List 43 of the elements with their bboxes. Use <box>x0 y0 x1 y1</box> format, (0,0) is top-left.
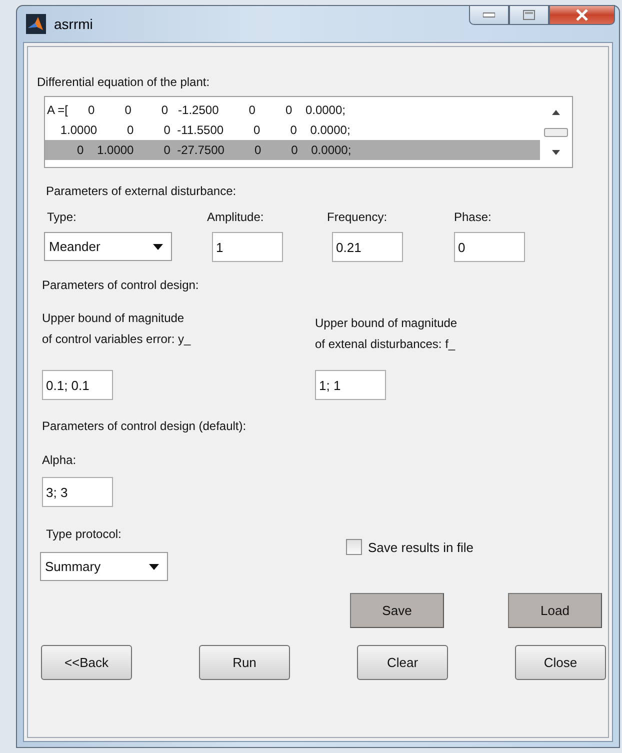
scroll-down-icon <box>552 150 560 154</box>
matrix-listbox[interactable]: A =[ 0 0 0 -1.2500 0 0 0.0000; 1.0000 0 0 -11.5500 0 0 0.0000; 0 1.0000 0 -27.7500 0 0 0.0000; <box>44 96 573 168</box>
file-button[interactable]: Load <box>508 593 602 628</box>
input-field[interactable]: 1 <box>212 232 283 262</box>
checkbox[interactable] <box>346 539 362 555</box>
save-results-checkbox[interactable]: Save results in file <box>346 539 474 555</box>
field-label: Frequency: <box>327 210 388 226</box>
scroll-up-icon <box>552 110 560 114</box>
dialog-button[interactable]: <<Back <box>41 645 132 680</box>
minimize-icon <box>483 12 495 18</box>
dropdown-caret-icon <box>149 564 159 570</box>
close-icon <box>575 9 589 21</box>
window-title: asrrmi <box>54 16 93 32</box>
maximize-icon <box>523 10 535 20</box>
minimize-button[interactable] <box>469 5 509 25</box>
section-label: Parameters of external disturbance: <box>46 184 238 198</box>
dialog-button[interactable]: Clear <box>357 645 448 680</box>
field-label: Phase: <box>454 210 492 226</box>
dialog-button[interactable]: Close <box>515 645 606 680</box>
type-dropdown[interactable]: Meander <box>44 232 172 261</box>
input-field[interactable]: 1; 1 <box>315 370 386 400</box>
field-label: Upper bound of magnitude of extenal disturbances: f_ <box>315 315 458 353</box>
close-button[interactable] <box>549 5 615 25</box>
app-logo-icon <box>26 14 46 34</box>
field-label: Upper bound of magnitude of control variables error: y_ <box>42 310 192 348</box>
scroll-thumb[interactable] <box>544 128 568 136</box>
input-field[interactable]: 0 <box>454 232 525 262</box>
section-label: Differential equation of the plant: <box>37 75 211 89</box>
list-item[interactable]: 1.0000 0 0 -11.5500 0 0 0.0000; <box>45 120 540 140</box>
maximize-button[interactable] <box>509 5 549 25</box>
list-item[interactable]: 0 1.0000 0 -27.7500 0 0 0.0000; <box>45 140 540 160</box>
list-item[interactable]: A =[ 0 0 0 -1.2500 0 0 0.0000; <box>45 100 540 120</box>
input-field[interactable]: 0.21 <box>332 232 403 262</box>
input-field[interactable]: 0.1; 0.1 <box>42 370 113 400</box>
input-field[interactable]: 3; 3 <box>42 477 113 507</box>
dropdown-caret-icon <box>153 244 163 250</box>
field-label: Type protocol: <box>46 527 122 543</box>
dialog-button[interactable]: Run <box>199 645 290 680</box>
section-label: Parameters of control design: <box>42 278 200 292</box>
file-button[interactable]: Save <box>350 593 444 628</box>
protocol-dropdown[interactable]: Summary <box>40 552 168 581</box>
section-label: Parameters of control design (default): <box>42 419 248 433</box>
field-label: Alpha: <box>42 453 78 467</box>
